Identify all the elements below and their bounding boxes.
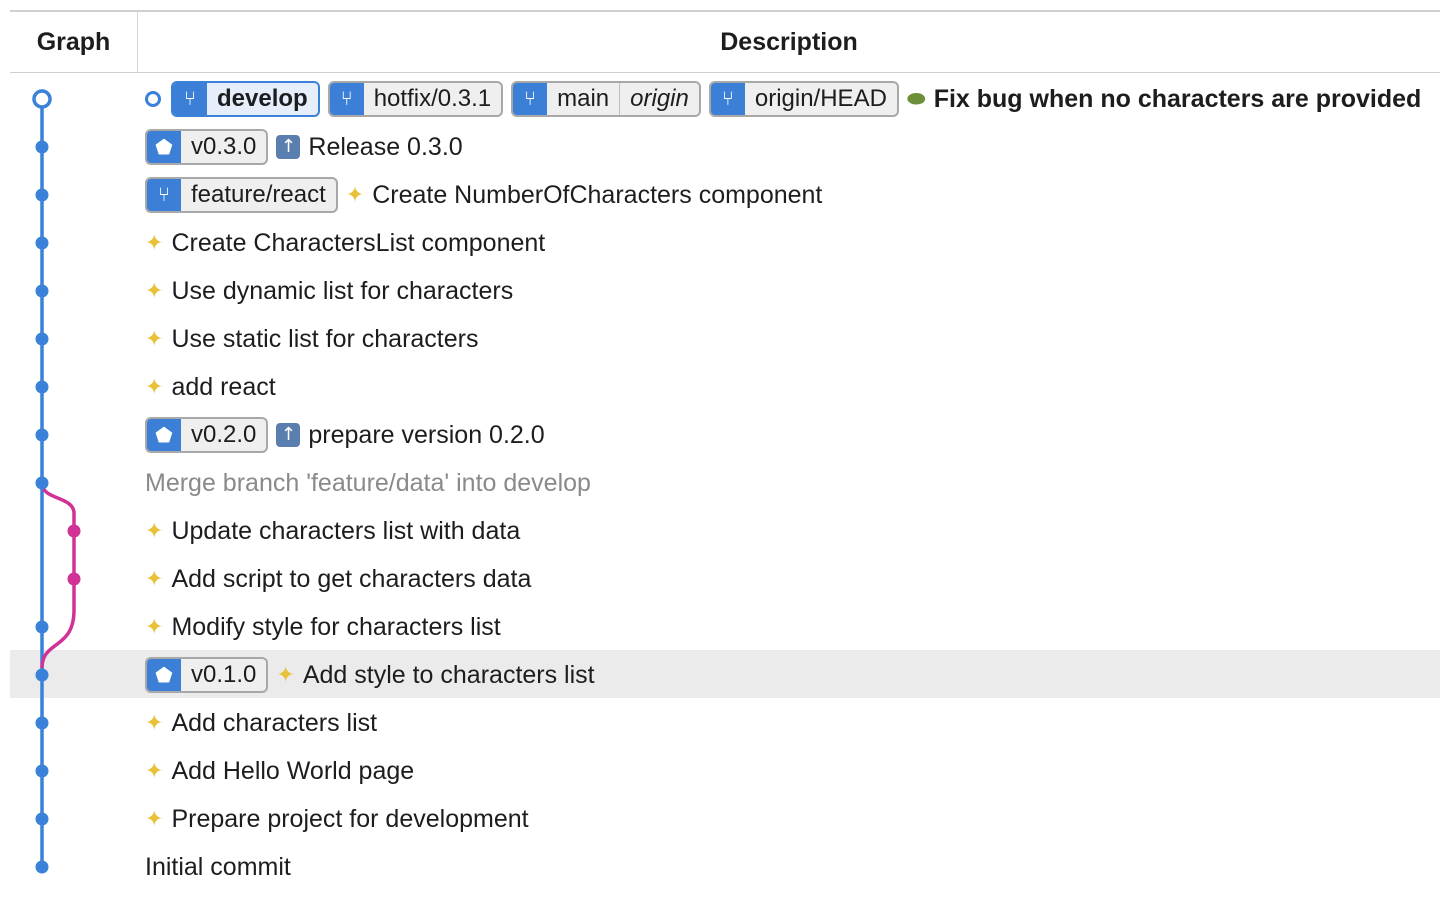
commit-message: Fix bug when no characters are provided [933,84,1422,113]
branch-icon: ⑂ [329,83,364,115]
commit-row[interactable]: ✦ add react [10,363,1440,411]
tag-ref-v020[interactable]: ⬟ v0.2.0 [145,417,269,453]
commit-row[interactable]: ✦ Add characters list [10,699,1440,747]
commit-message: Merge branch 'feature/data' into develop [145,468,591,497]
sparkles-icon: ✦ [145,230,164,256]
branch-ref-origin-head[interactable]: ⑂ origin/HEAD [708,81,899,117]
graph-column-header[interactable]: Graph [10,12,138,72]
commit-row[interactable]: ⑂ develop ⑂ hotfix/0.3.1 ⑂ main origin ⑂… [10,75,1440,123]
branch-ref-hotfix[interactable]: ⑂ hotfix/0.3.1 [327,81,504,117]
commit-message: Add Hello World page [171,756,415,785]
commit-row[interactable]: ⬟ v0.1.0 ✦ Add style to characters list [10,651,1440,699]
sparkles-icon: ✦ [145,614,164,640]
commit-row[interactable]: ✦ Add script to get characters data [10,555,1440,603]
branch-icon: ⑂ [147,179,181,211]
tag-ref-v010[interactable]: ⬟ v0.1.0 [145,657,269,693]
commit-message: prepare version 0.2.0 [308,420,545,449]
tag-icon: ⬟ [147,419,181,451]
commit-row[interactable]: ✦ Use dynamic list for characters [10,267,1440,315]
commit-row[interactable]: ⬟ v0.3.0 ↑ Release 0.3.0 [10,123,1440,171]
branch-ref-develop[interactable]: ⑂ develop [171,81,320,117]
commit-message: add react [171,372,276,401]
commit-message: Prepare project for development [171,804,529,833]
branch-icon: ⑂ [513,83,548,115]
tag-ref-v030[interactable]: ⬟ v0.3.0 [145,129,269,165]
sparkles-icon: ✦ [345,182,365,208]
pill-icon: ⬬ [906,86,926,112]
branch-icon: ⑂ [710,83,745,115]
commit-message: Update characters list with data [171,516,521,545]
sparkles-icon: ✦ [145,806,164,832]
sparkles-icon: ✦ [145,518,164,544]
sparkles-icon: ✦ [145,710,164,736]
head-indicator-icon [145,91,161,107]
commit-message: Create CharactersList component [171,228,546,257]
commit-row[interactable]: ✦ Prepare project for development [10,795,1440,843]
up-arrow-icon: ↑ [276,423,301,447]
commit-row[interactable]: ⑂ feature/react ✦ Create NumberOfCharact… [10,171,1440,219]
commit-row[interactable]: Initial commit [10,843,1440,891]
commit-message: Add style to characters list [302,660,595,689]
commit-row[interactable]: Merge branch 'feature/data' into develop [10,459,1440,507]
commit-message: Modify style for characters list [171,612,501,641]
description-column-header[interactable]: Description [138,12,1440,72]
branch-ref-feature-react[interactable]: ⑂ feature/react [145,177,338,213]
commit-message: Release 0.3.0 [308,132,463,161]
sparkles-icon: ✦ [145,566,164,592]
commit-row[interactable]: ✦ Modify style for characters list [10,603,1440,651]
sparkles-icon: ✦ [145,278,164,304]
commit-row[interactable]: ⬟ v0.2.0 ↑ prepare version 0.2.0 [10,411,1440,459]
up-arrow-icon: ↑ [276,135,301,159]
commit-message: Initial commit [145,852,291,881]
sparkles-icon: ✦ [145,374,164,400]
sparkles-icon: ✦ [145,326,164,352]
commit-row[interactable]: ✦ Use static list for characters [10,315,1440,363]
sparkles-icon: ✦ [145,758,164,784]
commit-message: Add characters list [171,708,378,737]
tag-icon: ⬟ [147,659,181,691]
branch-ref-main[interactable]: ⑂ main origin [511,81,701,117]
commit-message: Use static list for characters [171,324,479,353]
tag-icon: ⬟ [147,131,181,163]
commit-row[interactable]: ✦ Update characters list with data [10,507,1440,555]
commit-message: Use dynamic list for characters [171,276,514,305]
commit-message: Create NumberOfCharacters component [372,180,823,209]
sparkles-icon: ✦ [276,662,295,688]
branch-icon: ⑂ [173,83,207,115]
commit-row[interactable]: ✦ Create CharactersList component [10,219,1440,267]
commit-row[interactable]: ✦ Add Hello World page [10,747,1440,795]
commit-message: Add script to get characters data [171,564,532,593]
table-header: Graph Description [10,12,1440,73]
